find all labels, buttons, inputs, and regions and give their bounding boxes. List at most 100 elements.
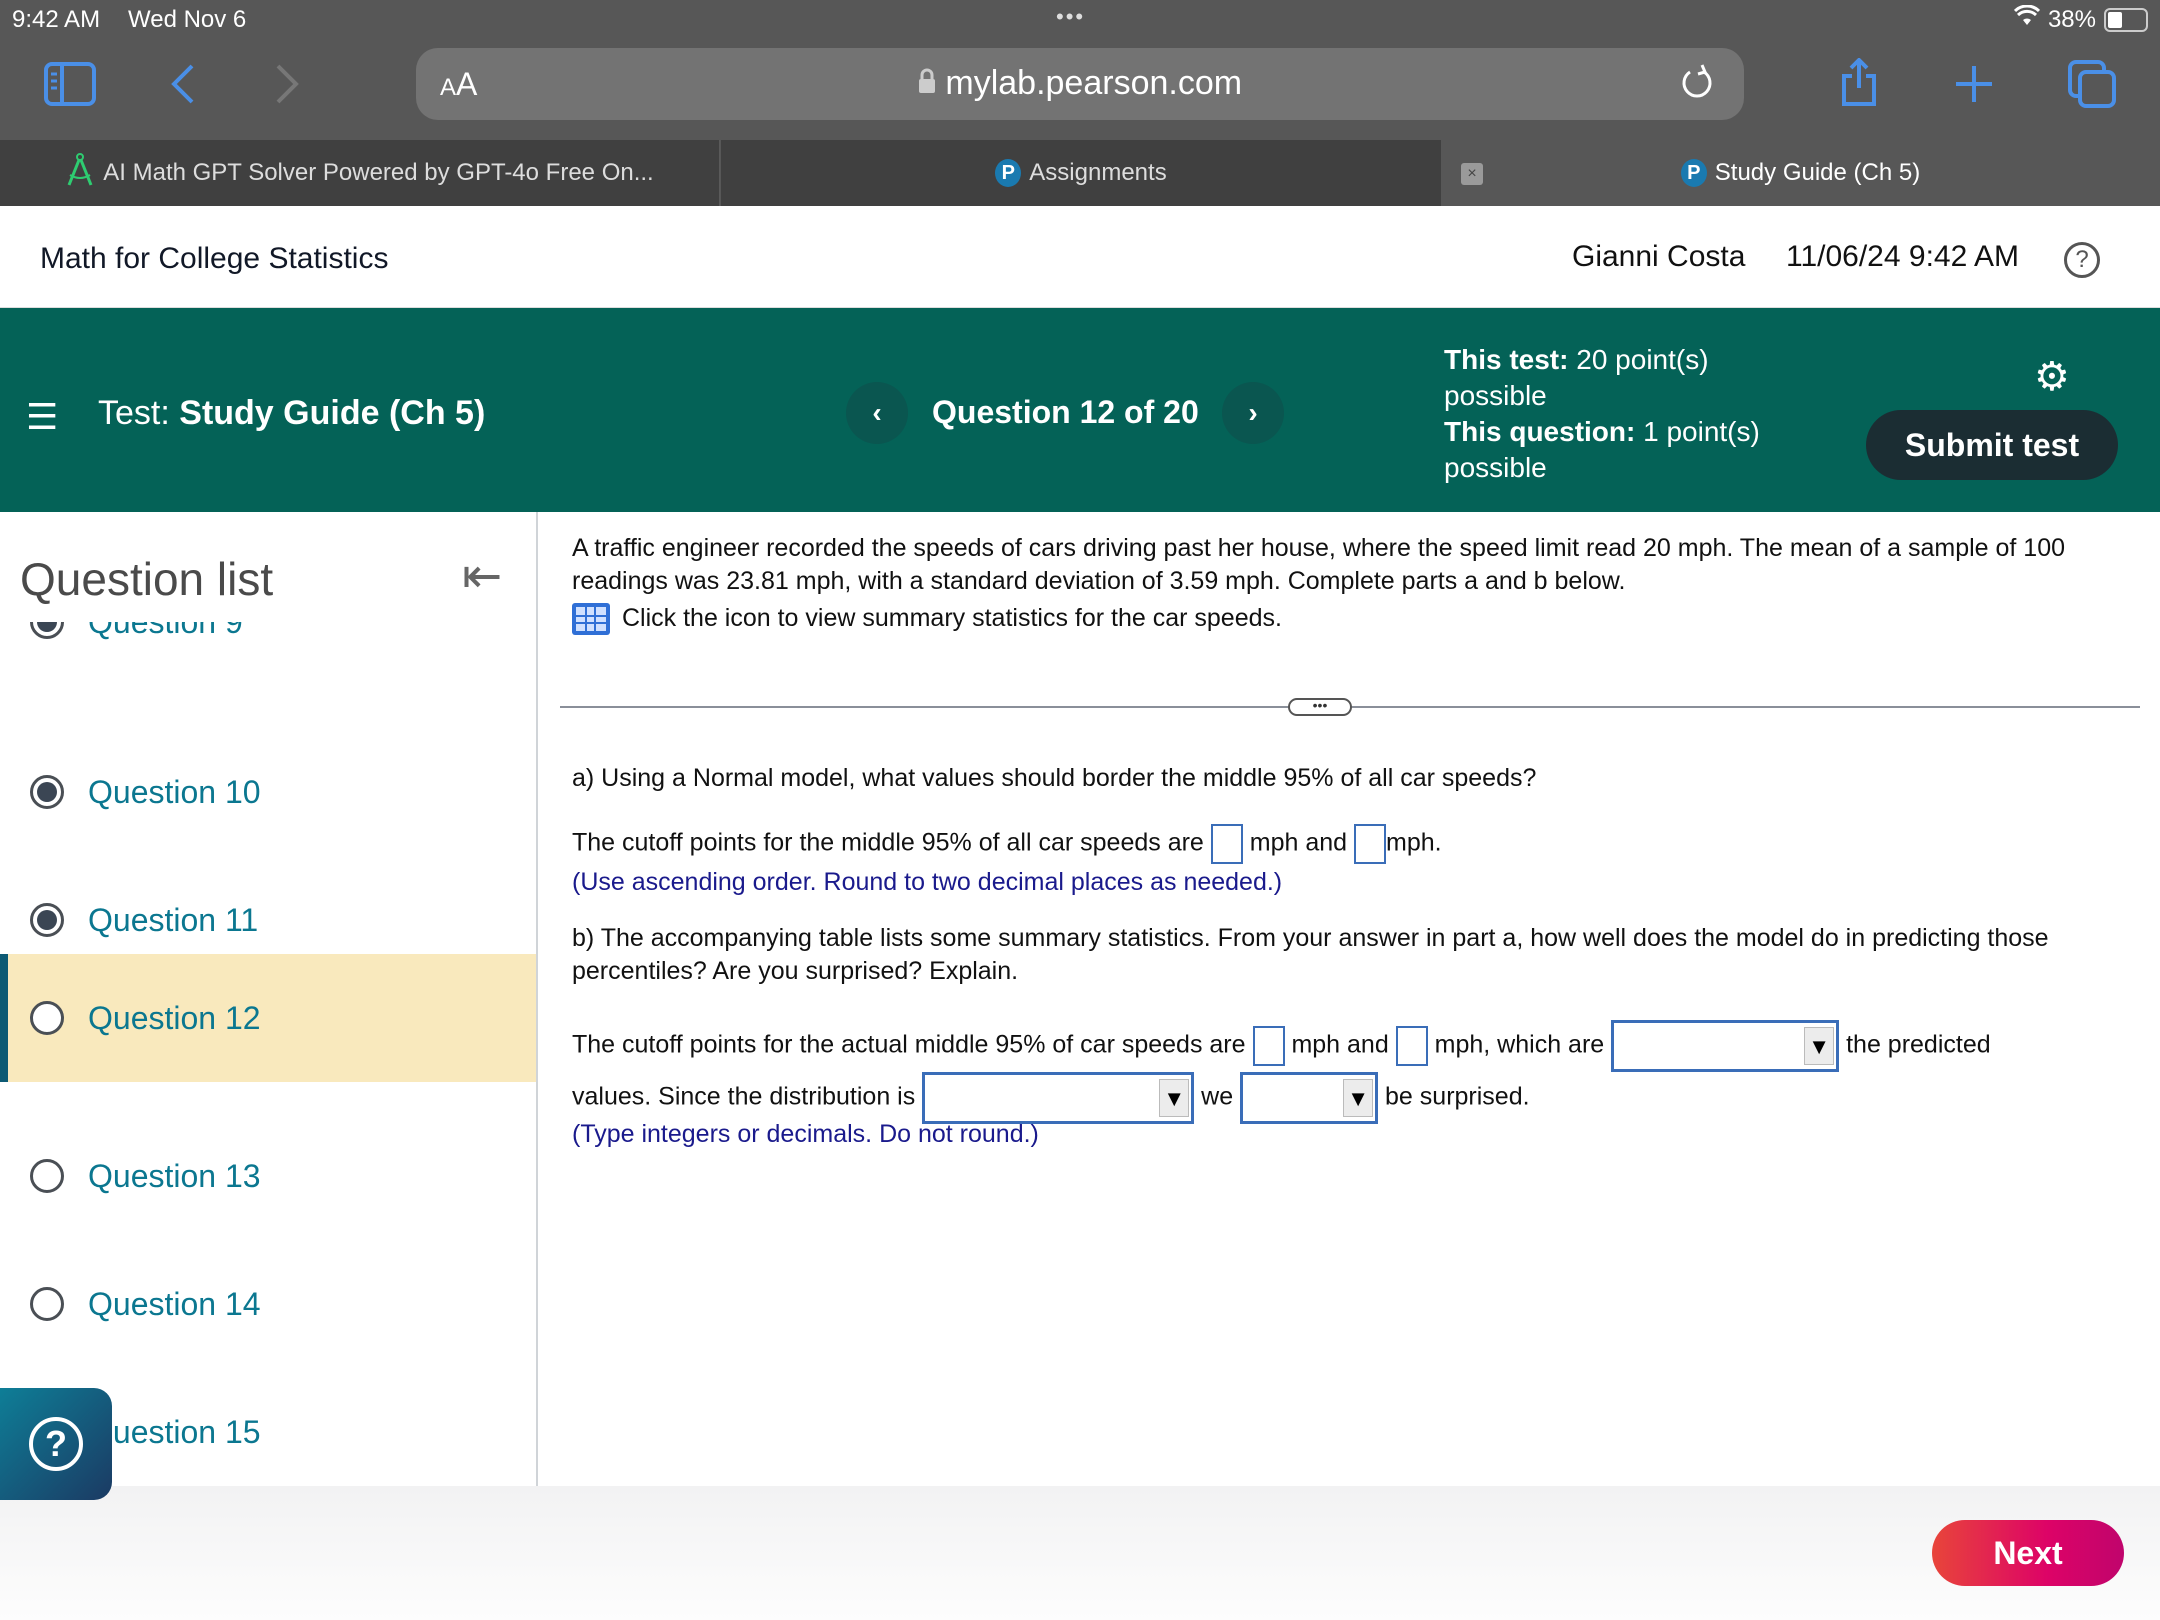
help-icon[interactable]: ?: [2064, 242, 2100, 278]
part-a-hint: (Use ascending order. Round to two decim…: [572, 868, 1283, 896]
dropdown-arrow-icon: ▼: [1804, 1027, 1835, 1065]
sidebar-icon[interactable]: [44, 62, 96, 111]
part-b-text: values. Since the distribution is: [572, 1082, 916, 1111]
part-b-answer-line-2: values. Since the distribution is ▼ we ▼…: [572, 1072, 1530, 1124]
unanswered-radio-icon: [30, 1287, 64, 1321]
browser-toolbar: AA mylab.pearson.com: [0, 40, 2160, 140]
question-label: Question 14: [88, 1285, 261, 1322]
tab-assignments[interactable]: P Assignments: [721, 140, 1441, 206]
part-b-text: the predicted: [1846, 1030, 1991, 1059]
dropdown-arrow-icon: ▼: [1343, 1079, 1374, 1117]
collapse-panel-icon[interactable]: ⇤: [462, 548, 502, 604]
chevron-left-icon: ‹: [872, 397, 882, 428]
part-a-upper-input[interactable]: [1354, 824, 1386, 864]
this-test-label: This test:: [1444, 344, 1569, 375]
part-b-answer-line-1: The cutoff points for the actual middle …: [572, 1020, 1991, 1072]
question-label: Question 11: [88, 901, 259, 938]
question-list-item[interactable]: Question 13: [0, 1146, 536, 1206]
tab-label: Study Guide (Ch 5): [1714, 159, 1921, 186]
summary-stats-link[interactable]: Click the icon to view summary statistic…: [572, 602, 1282, 636]
part-b-hint: (Type integers or decimals. Do not round…: [572, 1120, 1039, 1148]
multitask-dots[interactable]: •••: [1056, 4, 1085, 30]
pearson-icon: P: [995, 159, 1022, 187]
part-b-text: mph, which are: [1434, 1030, 1605, 1059]
question-label: Question 9: [88, 622, 243, 641]
test-name: Study Guide (Ch 5): [179, 394, 486, 432]
compass-icon: [65, 152, 95, 194]
settings-gear-icon[interactable]: ⚙: [2034, 354, 2070, 400]
floating-help-button[interactable]: ?: [0, 1388, 112, 1500]
help-circle-icon: ?: [29, 1417, 83, 1471]
part-a-answer-line: The cutoff points for the middle 95% of …: [572, 824, 1442, 864]
question-list-item-partial[interactable]: Question 9: [0, 622, 536, 652]
status-time: 9:42 AM: [12, 6, 101, 33]
tab-study-guide[interactable]: × P Study Guide (Ch 5): [1441, 140, 2160, 206]
unanswered-radio-icon: [30, 1001, 64, 1035]
header-datetime: 11/06/24 9:42 AM: [1786, 240, 2019, 273]
lock-icon: [918, 64, 945, 102]
question-list-item[interactable]: Question 14: [0, 1274, 536, 1334]
test-title: Test: Study Guide (Ch 5): [98, 394, 485, 433]
answered-radio-icon: [30, 903, 64, 937]
part-b-text: we: [1201, 1082, 1234, 1111]
dropdown-arrow-icon: ▼: [1159, 1079, 1190, 1117]
forward-chevron-icon[interactable]: [272, 62, 302, 111]
question-label: Question 13: [88, 1157, 261, 1194]
tab-label: Assignments: [1029, 159, 1167, 186]
back-chevron-icon[interactable]: [168, 62, 198, 111]
question-label: Question 12: [88, 999, 261, 1036]
part-b-lower-input[interactable]: [1252, 1026, 1285, 1066]
new-tab-plus-icon[interactable]: [1954, 64, 1994, 109]
status-right: 38%: [2013, 4, 2148, 34]
user-name: Gianni Costa: [1572, 240, 1746, 273]
part-b-text: mph and: [1291, 1030, 1389, 1059]
divider-handle[interactable]: •••: [1288, 698, 1352, 716]
app-header: Math for College Statistics Gianni Costa…: [0, 206, 2160, 308]
close-tab-icon[interactable]: ×: [1461, 163, 1483, 185]
address-bar[interactable]: AA mylab.pearson.com: [416, 48, 1744, 120]
question-list-item[interactable]: Question 10: [0, 762, 536, 822]
points-info: This test: 20 point(s) possible This que…: [1444, 342, 1784, 486]
tab-ai-math[interactable]: AI Math GPT Solver Powered by GPT-4o Fre…: [0, 140, 720, 206]
next-button[interactable]: Next: [1932, 1520, 2124, 1586]
part-b-prompt: b) The accompanying table lists some sum…: [572, 924, 2049, 985]
summary-link-text: Click the icon to view summary statistic…: [622, 604, 1282, 632]
question-content: A traffic engineer recorded the speeds o…: [540, 512, 2160, 1486]
part-a-text: The cutoff points for the middle 95% of …: [572, 828, 1204, 857]
url-text[interactable]: mylab.pearson.com: [945, 64, 1242, 102]
course-title[interactable]: Math for College Statistics: [40, 242, 388, 276]
this-question-label: This question:: [1444, 416, 1636, 447]
question-list-item-current[interactable]: Question 12: [0, 954, 536, 1082]
tab-label: AI Math GPT Solver Powered by GPT-4o Fre…: [103, 159, 654, 186]
table-grid-icon[interactable]: [572, 603, 610, 636]
pearson-icon: P: [1680, 159, 1707, 187]
distribution-dropdown[interactable]: ▼: [922, 1072, 1195, 1124]
hamburger-menu-icon[interactable]: ☰: [26, 396, 58, 438]
battery-icon: [2104, 7, 2148, 32]
question-list-title: Question list: [20, 553, 274, 605]
answered-radio-icon: [30, 622, 64, 639]
part-b-text: The cutoff points for the actual middle …: [572, 1030, 1246, 1059]
test-prefix: Test:: [98, 394, 170, 432]
surprise-dropdown[interactable]: ▼: [1240, 1072, 1379, 1124]
status-date: Wed Nov 6: [128, 6, 247, 33]
test-toolbar: ☰ Test: Study Guide (Ch 5) ‹ Question 12…: [0, 308, 2160, 512]
battery-percent: 38%: [2047, 5, 2096, 33]
reload-icon[interactable]: [1680, 62, 1714, 112]
tabs-overview-icon[interactable]: [2068, 60, 2118, 113]
part-b-text: be surprised.: [1385, 1082, 1530, 1111]
status-bar: 9:42 AM Wed Nov 6 ••• 38%: [0, 0, 2160, 40]
part-b-upper-input[interactable]: [1395, 1026, 1428, 1066]
question-intro: A traffic engineer recorded the speeds o…: [572, 534, 2066, 595]
question-list-item[interactable]: Question 11: [0, 890, 536, 950]
comparison-dropdown[interactable]: ▼: [1611, 1020, 1840, 1072]
answered-radio-icon: [30, 775, 64, 809]
previous-question-button[interactable]: ‹: [846, 382, 908, 444]
next-question-button[interactable]: ›: [1222, 382, 1284, 444]
part-a-lower-input[interactable]: [1210, 824, 1243, 864]
part-a-text: mph.: [1386, 828, 1442, 857]
share-icon[interactable]: [1838, 57, 1880, 113]
question-label: Question 15: [88, 1413, 261, 1450]
chevron-right-icon: ›: [1248, 397, 1258, 428]
submit-test-button[interactable]: Submit test: [1866, 410, 2118, 480]
